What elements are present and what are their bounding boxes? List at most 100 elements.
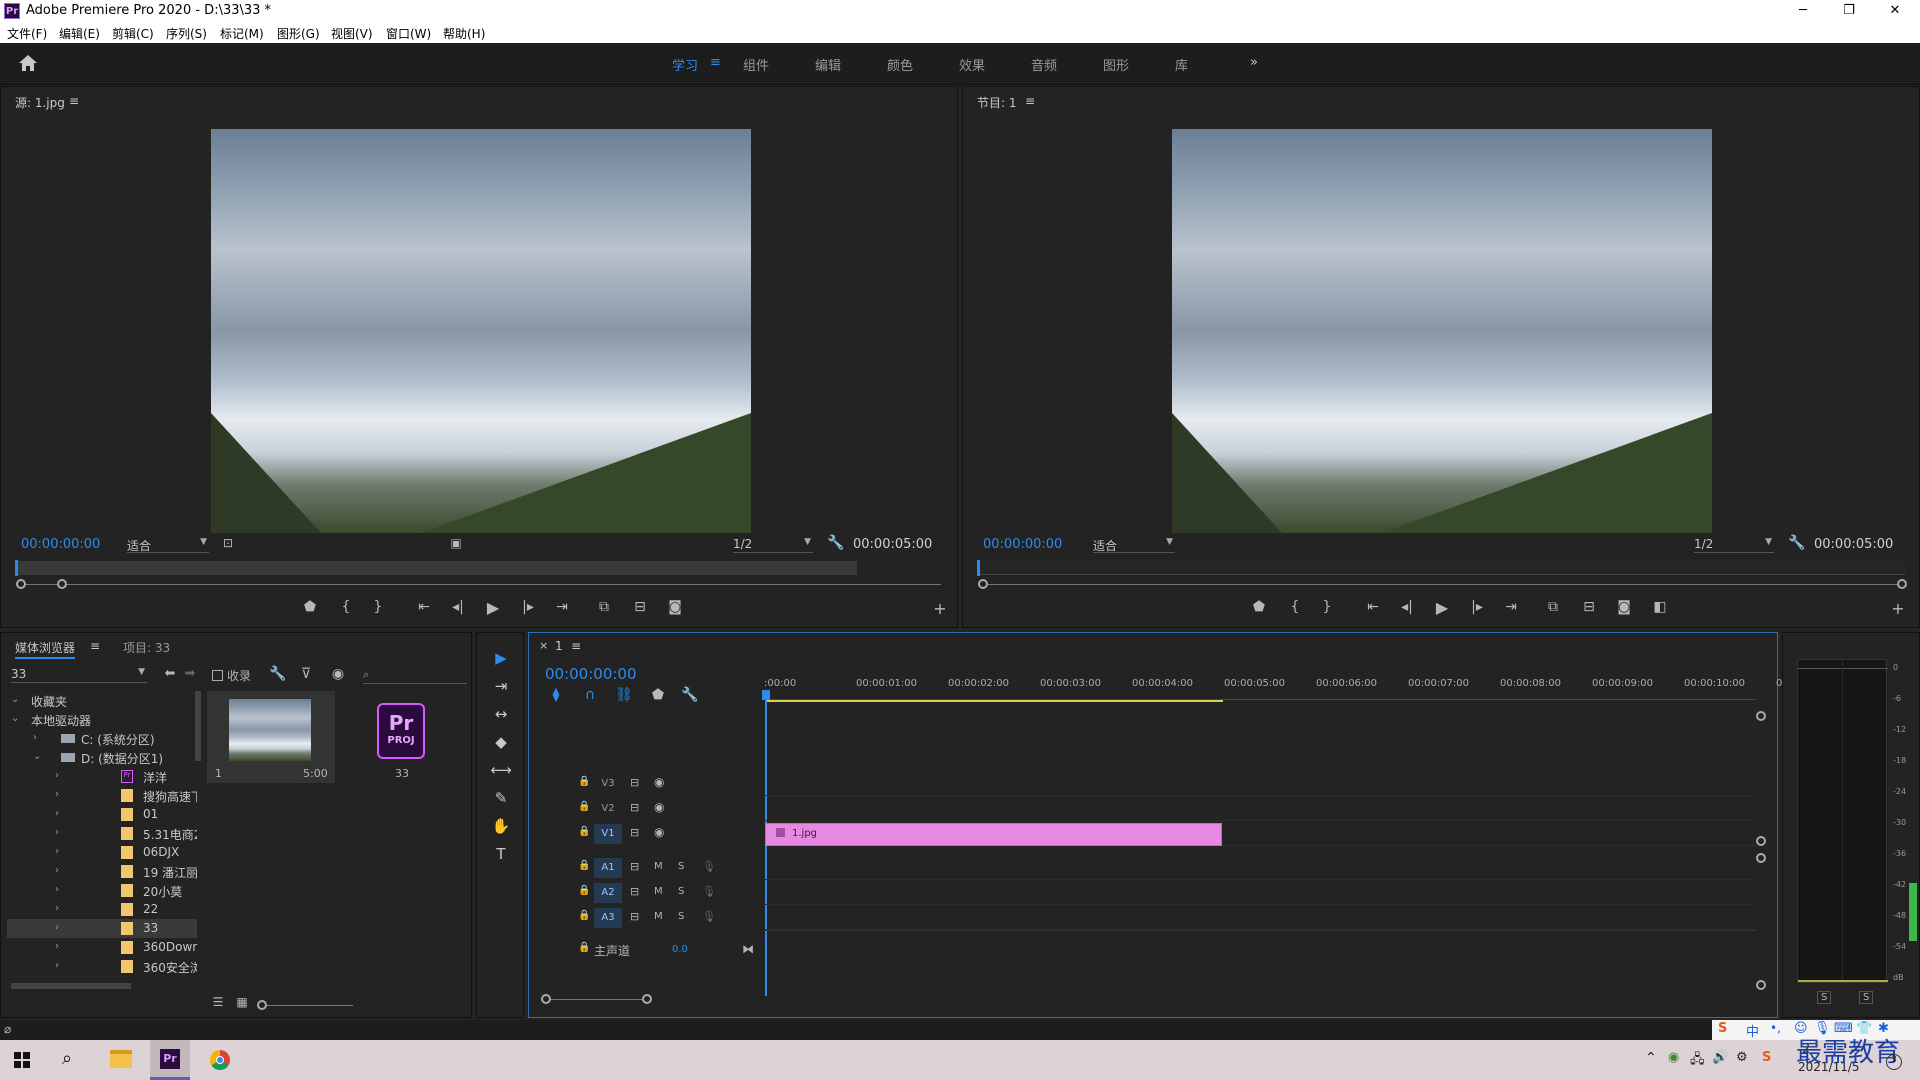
source-panel-menu-icon[interactable]: ≡ (69, 94, 79, 108)
source-timecode[interactable]: 00:00:00:00 (21, 537, 100, 552)
lift-icon[interactable]: ⧉ (1542, 599, 1564, 615)
master-track-expand-icon[interactable]: ⧓ (742, 942, 754, 956)
home-icon[interactable] (18, 54, 38, 72)
source-button-editor-plus-icon[interactable]: + (929, 599, 951, 618)
media-item-project[interactable]: Pr PROJ 33 (343, 691, 463, 783)
list-view-icon[interactable]: ☰ (207, 995, 229, 1009)
menu-marker[interactable]: 标记(M) (220, 25, 264, 42)
track-lane-a2[interactable] (764, 881, 1756, 905)
media-search-input[interactable]: ⌕ (363, 667, 467, 684)
hand-tool-icon[interactable]: ✋ (489, 817, 513, 835)
export-frame-camera-icon[interactable]: ◙ (664, 599, 686, 615)
program-go-to-in-icon[interactable]: ⇤ (1362, 599, 1384, 615)
minimize-button[interactable]: ─ (1780, 0, 1826, 22)
track-target-a3[interactable]: A3 (594, 908, 622, 928)
snap-magnet-icon[interactable]: ∩ (579, 687, 601, 703)
program-step-forward-icon[interactable]: |▸ (1466, 599, 1488, 615)
program-fit-dropdown[interactable]: 适合 ▼ (1093, 537, 1175, 553)
timeline-tab-label[interactable]: 1 (555, 639, 563, 653)
workspace-assembly[interactable]: 组件 (743, 55, 769, 74)
timeline-menu-icon[interactable]: ≡ (571, 639, 581, 653)
sync-lock-icon[interactable]: ⊟ (630, 910, 639, 923)
sync-lock-icon[interactable]: ⊟ (630, 826, 639, 839)
menu-help[interactable]: 帮助(H) (443, 25, 485, 42)
lock-icon[interactable]: 🔒 (578, 826, 590, 837)
track-select-tool-icon[interactable]: ⇥ (489, 677, 513, 695)
notification-icon[interactable]: 3 (1886, 1054, 1902, 1070)
back-arrow-icon[interactable]: ⬅ (159, 666, 181, 681)
media-browser-menu-icon[interactable]: ≡ (90, 639, 100, 653)
selection-tool-icon[interactable]: ▶ (489, 649, 513, 667)
solo-left-button[interactable]: S (1817, 991, 1832, 1004)
expand-chevron-icon[interactable]: ⌄ (33, 751, 41, 762)
lock-icon[interactable]: 🔒 (578, 942, 590, 953)
track-lane-a3[interactable] (764, 906, 1756, 930)
tree-row[interactable]: › 22 (7, 900, 197, 919)
program-play-icon[interactable]: ▶ (1431, 598, 1453, 617)
chrome-icon[interactable] (210, 1050, 230, 1070)
solo-button[interactable]: S (678, 911, 684, 922)
sync-lock-icon[interactable]: ⊟ (630, 801, 639, 814)
program-zoom-right-handle[interactable] (1897, 579, 1907, 589)
program-add-marker-icon[interactable]: ⬟ (1248, 599, 1270, 615)
source-zoom-left-handle[interactable] (16, 579, 26, 589)
source-zoom-right-handle[interactable] (57, 579, 67, 589)
sogou-ime-icon[interactable]: S (1718, 1021, 1727, 1036)
timeline-settings-wrench-icon[interactable]: 🔧 (679, 687, 701, 703)
add-marker-icon[interactable]: ⬟ (299, 599, 321, 615)
tree-row[interactable]: › 01 (7, 805, 197, 824)
menu-clip[interactable]: 剪辑(C) (112, 25, 154, 42)
workspace-learn[interactable]: 学习 (672, 55, 698, 74)
program-go-to-out-icon[interactable]: ⇥ (1500, 599, 1522, 615)
wrench-icon[interactable]: 🔧 (267, 666, 289, 682)
timeline-add-marker-icon[interactable]: ⬟ (647, 687, 669, 703)
tree-row[interactable]: › C: (系统分区) (7, 729, 197, 748)
go-to-out-icon[interactable]: ⇥ (551, 599, 573, 615)
volume-icon[interactable]: 🔊 (1712, 1050, 1728, 1065)
track-lane-v2[interactable] (764, 797, 1756, 821)
menu-sequence[interactable]: 序列(S) (166, 25, 207, 42)
menu-window[interactable]: 窗口(W) (386, 25, 431, 42)
lock-icon[interactable]: 🔒 (578, 910, 590, 921)
program-button-editor-plus-icon[interactable]: + (1887, 599, 1909, 618)
safe-margins-icon[interactable]: ⊡ (217, 536, 239, 550)
ime-language-label[interactable]: 中 (1746, 1021, 1759, 1040)
tab-project[interactable]: 项目: 33 (123, 639, 170, 656)
toggle-output-eye-icon[interactable]: ◉ (654, 775, 664, 789)
insert-clip-icon[interactable]: ⧉ (593, 599, 615, 615)
media-item-image[interactable]: 1 5:00 (207, 691, 335, 783)
tree-row[interactable]: › 20小莫 (7, 881, 197, 900)
track-target-a2[interactable]: A2 (594, 883, 622, 903)
source-resolution-dropdown[interactable]: 1/2 ▼ (733, 537, 813, 553)
expand-chevron-icon[interactable]: ⌄ (11, 713, 19, 724)
solo-right-button[interactable]: S (1859, 991, 1874, 1004)
track-lane-v3[interactable] (764, 772, 1756, 796)
overwrite-clip-icon[interactable]: ⊟ (629, 599, 651, 615)
track-target-v1[interactable]: V1 (594, 824, 622, 844)
source-zoom-slider[interactable] (21, 584, 941, 585)
ime-punctuation-icon[interactable]: •, (1770, 1021, 1781, 1035)
linked-selection-icon[interactable]: ⛓ (613, 687, 635, 703)
expand-chevron-icon[interactable]: › (55, 922, 59, 933)
workspace-menu-icon[interactable]: ≡ (710, 55, 721, 70)
program-monitor-title[interactable]: 节目: 1 (977, 94, 1017, 111)
program-step-back-icon[interactable]: ◂| (1396, 599, 1418, 615)
tree-horizontal-scrollbar[interactable] (11, 983, 131, 989)
icon-view-icon[interactable]: ▦ (231, 995, 253, 1009)
program-zoom-slider[interactable] (983, 584, 1903, 585)
tree-row[interactable]: › 360安全浏览器下 (7, 957, 197, 976)
tree-row[interactable]: › 5.31电商2031彭子 (7, 824, 197, 843)
tree-scrollbar[interactable] (195, 691, 201, 761)
expand-chevron-icon[interactable]: › (55, 846, 59, 857)
lock-icon[interactable]: 🔒 (578, 885, 590, 896)
thumbnail-size-handle[interactable] (257, 1000, 267, 1010)
source-playhead[interactable] (15, 560, 18, 576)
source-scrub-bar[interactable] (15, 561, 857, 575)
program-zoom-left-handle[interactable] (978, 579, 988, 589)
timeline-tab-close-icon[interactable]: × (539, 639, 548, 652)
type-tool-icon[interactable]: T (489, 845, 513, 863)
lock-icon[interactable]: 🔒 (578, 860, 590, 871)
pen-tool-icon[interactable]: ✎ (489, 789, 513, 807)
expand-chevron-icon[interactable]: › (55, 808, 59, 819)
tree-row[interactable]: › 19 潘江丽 (7, 862, 197, 881)
